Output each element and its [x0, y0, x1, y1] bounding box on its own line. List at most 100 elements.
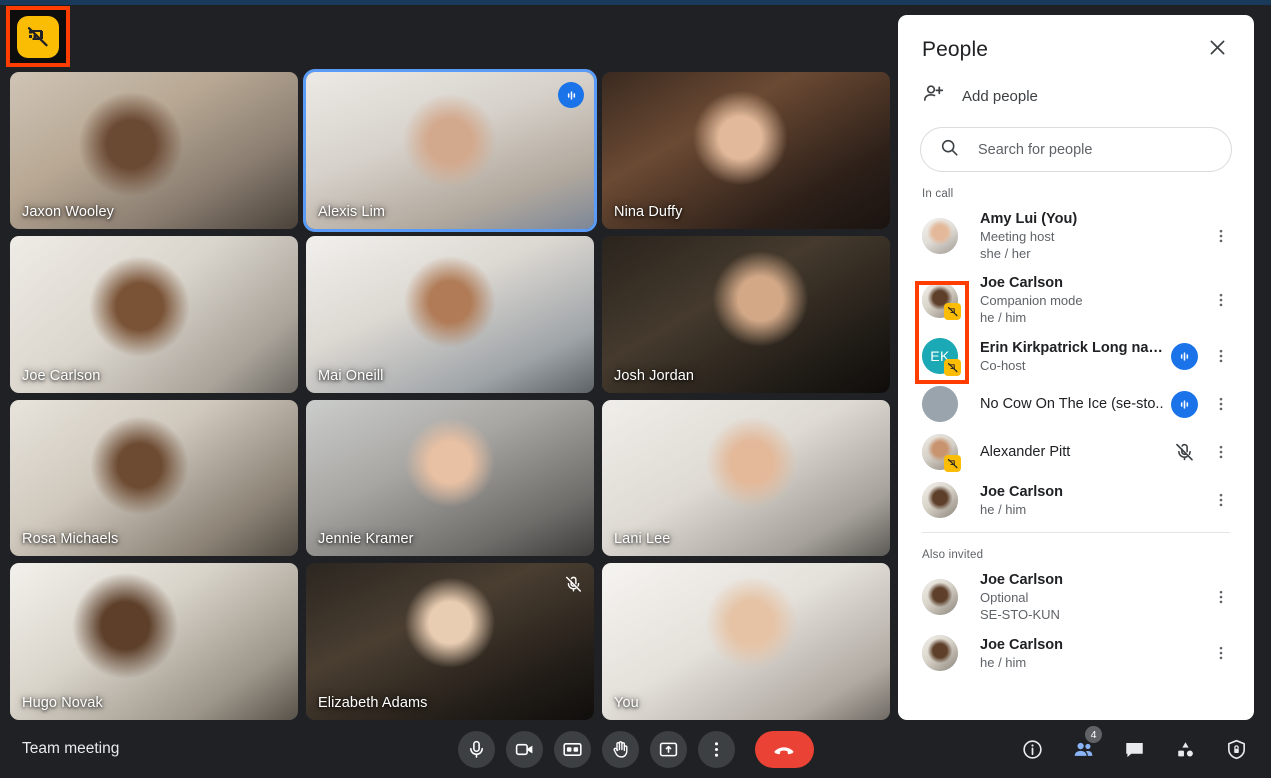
tile-participant-name: Josh Jordan — [614, 367, 695, 384]
shield-lock-icon — [1225, 738, 1248, 761]
tile-muted-indicator — [562, 573, 584, 595]
present-now-button[interactable] — [649, 730, 687, 768]
raise-hand-button[interactable] — [601, 730, 639, 768]
avatar-photo — [922, 218, 958, 254]
video-tile[interactable]: Rosa Michaels — [10, 399, 298, 557]
more-vertical-icon — [1212, 443, 1230, 461]
participant-more-options-button[interactable] — [1206, 636, 1236, 670]
participant-name: Joe Carlson — [980, 483, 1063, 500]
mic-off-icon — [1174, 442, 1195, 463]
meet-app-window: Jaxon Wooley Alexis Lim Nina Duffy Joe Carl… — [0, 0, 1271, 778]
video-tile[interactable]: You — [602, 563, 890, 720]
chat-icon — [1123, 738, 1146, 761]
participant-list: In call Amy Lui (You) Meeting host she / he… — [898, 172, 1254, 720]
participant-audio-indicator[interactable] — [1171, 390, 1198, 418]
participant-muted-indicator — [1171, 439, 1198, 466]
participant-role: he / him — [980, 501, 1027, 517]
video-tile[interactable]: Joe Carlson — [10, 235, 298, 393]
video-tile[interactable]: Jaxon Wooley — [10, 72, 298, 229]
avatar — [922, 579, 958, 615]
participant-more-options-button[interactable] — [1206, 339, 1236, 373]
video-tile[interactable]: Nina Duffy — [602, 72, 890, 229]
people-panel-button[interactable]: 4 — [1066, 726, 1102, 766]
participant-row[interactable]: Joe Carlson Companion mode he / him — [898, 268, 1254, 332]
tile-participant-name: Rosa Michaels — [22, 531, 119, 548]
participant-pronouns: he / him — [980, 310, 1027, 325]
hand-icon — [610, 739, 631, 760]
participant-name: Erin Kirkpatrick Long nam... — [980, 339, 1171, 356]
search-input[interactable] — [978, 141, 1213, 158]
avatar — [922, 482, 958, 518]
panel-toggle-controls: 4 — [1015, 726, 1253, 766]
participant-info: Joe Carlson Optional SE-STO-KUN — [980, 571, 1206, 623]
video-tile[interactable]: Alexis Lim — [303, 69, 597, 232]
participant-name: Alexander Pitt — [980, 444, 1071, 460]
window-top-accent — [0, 0, 1271, 5]
avatar — [922, 434, 961, 472]
participant-name: No Cow On The Ice (se-sto.. — [980, 396, 1164, 412]
video-tile[interactable]: Mai Oneill — [306, 235, 594, 393]
person-add-icon — [922, 82, 946, 111]
participant-more-options-button[interactable] — [1206, 387, 1236, 421]
participant-info: Alexander Pitt — [980, 443, 1171, 461]
more-vertical-icon — [1212, 227, 1230, 245]
participant-more-options-button[interactable] — [1206, 283, 1236, 317]
mic-off-icon — [564, 575, 583, 594]
screen-share-off-icon — [947, 362, 959, 374]
video-tile[interactable]: Josh Jordan — [602, 235, 890, 393]
avatar-photo — [922, 386, 958, 422]
participant-more-options-button[interactable] — [1206, 580, 1236, 614]
companion-mode-badge — [944, 359, 961, 376]
mic-icon — [466, 739, 487, 760]
tile-participant-name: Lani Lee — [614, 531, 671, 548]
tile-participant-name: You — [614, 695, 639, 711]
participant-role: Companion mode — [980, 293, 1083, 308]
video-tile[interactable]: Lani Lee — [602, 399, 890, 557]
participant-role: Optional — [980, 590, 1029, 605]
more-options-button[interactable] — [697, 730, 735, 768]
participant-row[interactable]: Joe Carlson he / him — [898, 476, 1254, 524]
video-tile[interactable]: Hugo Novak — [10, 563, 298, 720]
participant-audio-indicator[interactable] — [1171, 342, 1198, 370]
end-call-icon — [772, 737, 796, 761]
leave-call-button[interactable] — [754, 730, 814, 768]
companion-mode-badge — [944, 303, 961, 320]
meeting-details-button[interactable] — [1015, 732, 1049, 766]
section-label: Also invited — [922, 549, 984, 561]
avatar — [922, 635, 958, 671]
activities-button[interactable] — [1168, 732, 1202, 766]
video-tile[interactable]: Elizabeth Adams — [306, 563, 594, 720]
participant-more-options-button[interactable] — [1206, 219, 1236, 253]
video-tile[interactable]: Jennie Kramer — [306, 399, 594, 557]
avatar-photo — [922, 635, 958, 671]
participant-pronouns: SE-STO-KUN — [980, 607, 1060, 622]
add-people-button[interactable]: Add people — [898, 73, 1254, 121]
present-screen-icon — [658, 739, 679, 760]
participant-more-options-button[interactable] — [1206, 435, 1236, 469]
screen-share-off-icon — [947, 458, 959, 470]
participant-row[interactable]: Amy Lui (You) Meeting host she / her — [898, 204, 1254, 268]
participant-role: Meeting host — [980, 229, 1055, 244]
participant-row[interactable]: Joe Carlson he / him — [898, 629, 1254, 677]
close-icon — [1207, 37, 1228, 63]
companion-mode-off-button[interactable] — [17, 15, 59, 58]
participant-row[interactable]: Joe Carlson Optional SE-STO-KUN — [898, 565, 1254, 629]
captions-button[interactable] — [553, 730, 591, 768]
participant-row[interactable]: Alexander Pitt — [898, 428, 1254, 476]
search-people-box[interactable] — [920, 127, 1232, 172]
participant-video-feed — [602, 563, 890, 720]
participant-row[interactable]: EK Erin Kirkpatrick Long nam... Co-host — [898, 332, 1254, 380]
meeting-bottom-bar: Team meeting 4 — [0, 720, 1271, 778]
chat-panel-button[interactable] — [1117, 732, 1151, 766]
participant-info: Amy Lui (You) Meeting host she / her — [980, 210, 1206, 262]
participant-more-options-button[interactable] — [1206, 483, 1236, 517]
avatar — [922, 386, 958, 422]
meeting-title: Team meeting — [22, 740, 120, 757]
participant-row[interactable]: No Cow On The Ice (se-sto.. — [898, 380, 1254, 428]
avatar: EK — [922, 338, 961, 376]
microphone-button[interactable] — [457, 730, 495, 768]
camera-button[interactable] — [505, 730, 543, 768]
participant-name: Joe Carlson — [980, 636, 1063, 653]
close-panel-button[interactable] — [1202, 35, 1232, 65]
host-controls-button[interactable] — [1219, 732, 1253, 766]
